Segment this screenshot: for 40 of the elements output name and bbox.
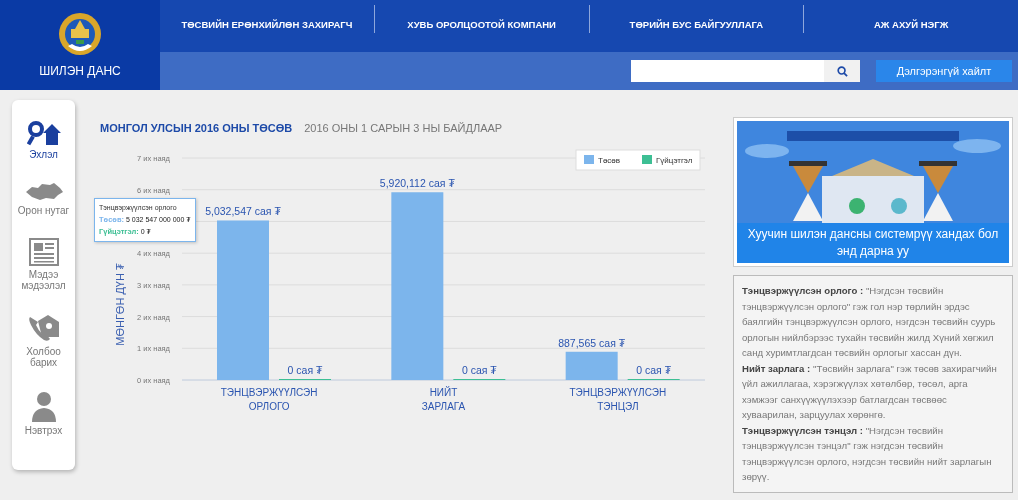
value-label: 0 сая ₮ xyxy=(287,364,323,376)
newspaper-icon xyxy=(28,238,59,266)
person-icon xyxy=(30,390,57,422)
sidebar-item[interactable]: Холбоо барих xyxy=(12,313,75,368)
category-label: ТЭНЦВЭРЖҮҮЛСЭН ТЭНЦЭЛ xyxy=(569,387,667,412)
category-label: ТЭНЦВЭРЖҮҮЛСЭН ОРЛОГО xyxy=(220,387,318,412)
chart-title: МОНГОЛ УЛСЫН 2016 ОНЫ ТӨСӨВ xyxy=(100,122,293,134)
sidebar-item[interactable]: Мэдээ мэдээлэл xyxy=(12,238,75,291)
bar[interactable] xyxy=(391,192,444,380)
sidebar-item[interactable]: Орон нутаг xyxy=(12,182,75,216)
nav-link[interactable]: ТӨРИЙН БУС БАЙГУУЛЛАГА xyxy=(588,5,804,33)
nav-link[interactable]: АЖ АХУЙ НЭГЖ xyxy=(803,5,1018,33)
bar[interactable] xyxy=(217,220,269,380)
advanced-search-button[interactable]: Дэлгэрэнгүй хайлт xyxy=(876,60,1012,82)
value-label: 5,920,112 сая ₮ xyxy=(379,177,455,190)
definition-text: Тэнцвэржүүлсэн тэнцэл : "Нэгдсэн төсвийн тэнцвэржүүлсэн тэнцэл" гэж нэгдсэн төсвийн тэнцвэржүүлсэн орлого, нэгдсэн төсвийн нийт зарлагын зөрүү. xyxy=(742,423,993,484)
value-label: 0 сая ₮ xyxy=(461,364,497,376)
old-system-banner[interactable]: Хуучин шилэн дансны системрүү хандах бол энд дарна уу xyxy=(733,117,1013,267)
nav-link[interactable]: ТӨСВИЙН ЕРӨНХИЙЛӨН ЗАХИРАГЧ xyxy=(160,5,374,33)
value-label: 0 сая ₮ xyxy=(636,364,672,376)
definition-text: Тэнцвэржүүлсэн орлого : "Нэгдсэн төсвийн тэнцвэржүүлсэн орлого" гэж гол нэр төрлийн эрдэс баялгийн тэнцвэржүүлсэн орлого, нэгдсэн төсвийн суурь орлогын нийлбэрээс тухайн төсвийн жилд Хүний хөгжил санд хуримтлагдсан төсвийн орлогыг хассан дүн. xyxy=(742,284,997,360)
banner-caption[interactable]: Хуучин шилэн дансны системрүү хандах бол энд дарна уу xyxy=(737,223,1009,263)
value-label: 887,565 сая ₮ xyxy=(558,336,626,349)
sidebar-item[interactable]: Нэвтрэх xyxy=(12,390,75,436)
logo-title: ШИЛЭН ДАНС xyxy=(39,64,121,78)
value-label: 5,032,547 сая ₮ xyxy=(205,205,281,218)
chart-subtitle: 2016 ОНЫ 1 САРЫН 3 НЫ БАЙДЛААР xyxy=(304,122,503,134)
home-icon xyxy=(26,120,61,146)
sidebar-item[interactable]: Эхлэл xyxy=(12,120,75,160)
legend-label[interactable]: Гүйцэтгэл xyxy=(656,156,693,165)
bar[interactable] xyxy=(565,351,618,380)
search-button[interactable] xyxy=(824,60,860,82)
definition-text: Нийт зарлага : "Төсвийн зарлага" гэж төсөв захирагчийн үйл ажиллагаа, хэрэгжүүлэх хөтөлбөр, төсөл, арга хэмжээг санхүүжүүлэхээр батлагдсан төсвөөс хуваарилан, зарцуулах хөрөнгө. xyxy=(742,361,998,422)
logo[interactable]: ШИЛЭН ДАНС xyxy=(0,0,160,90)
search-icon xyxy=(836,65,848,77)
axis-title: МӨНГӨН ДҮН ₮ xyxy=(114,263,126,346)
legend-label[interactable]: Төсөв xyxy=(598,156,621,165)
emblem-icon xyxy=(58,12,102,58)
category-label: НИЙТ ЗАРЛАГА xyxy=(421,387,466,412)
nav-link[interactable]: ХУВЬ ОРОЛЦООТОЙ КОМПАНИ xyxy=(373,5,589,33)
